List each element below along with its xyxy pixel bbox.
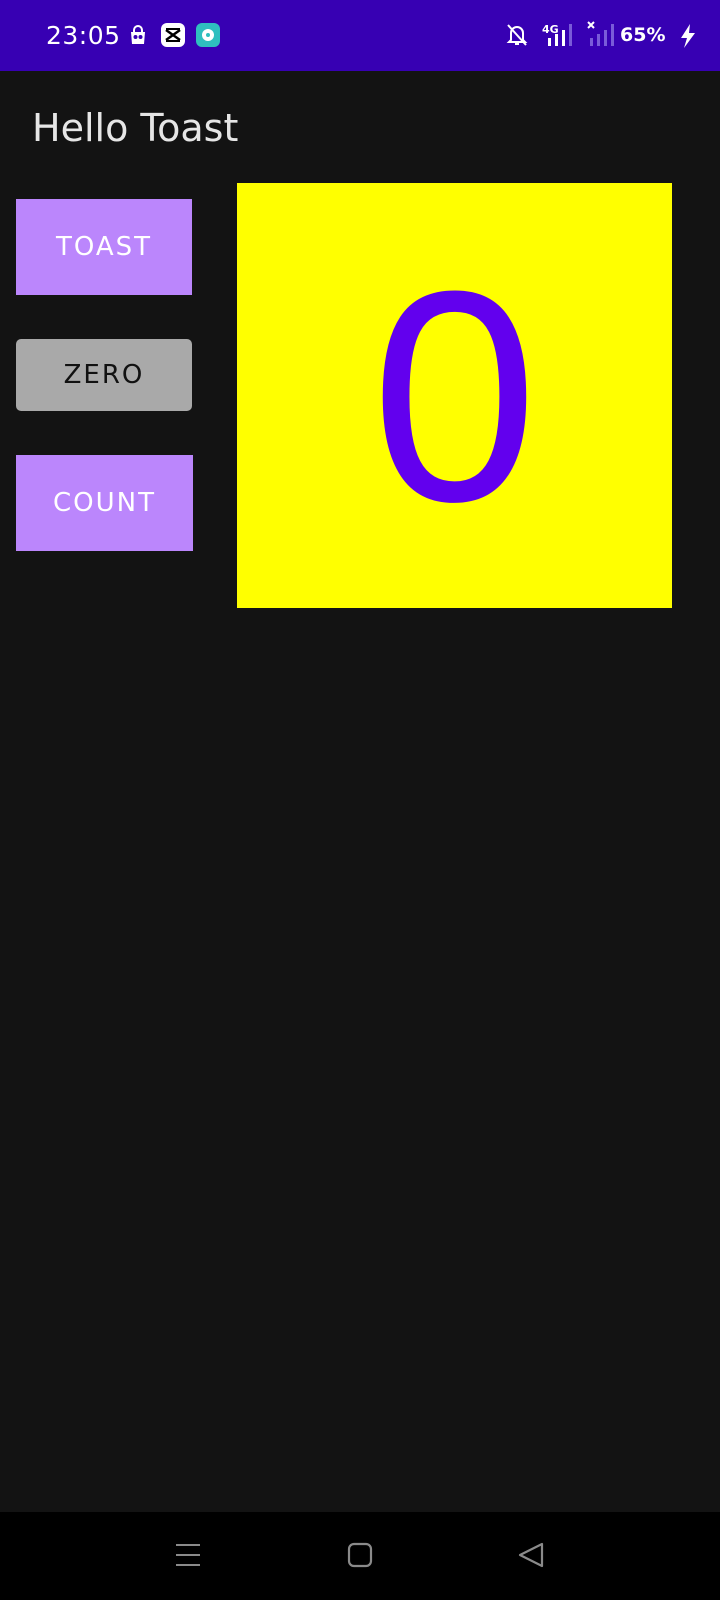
signal-no-sim-icon: [586, 20, 620, 54]
count-button[interactable]: COUNT: [16, 455, 193, 551]
bell-off-icon: [506, 22, 528, 52]
status-time: 23:05: [46, 21, 121, 50]
status-bar: 23:05 4G 65%: [0, 0, 720, 71]
assistant-icon: [196, 23, 220, 47]
battery-percent: 65%: [620, 24, 666, 46]
navigation-bar: [0, 1512, 720, 1600]
signal-icon: 4G: [540, 20, 580, 54]
recents-icon[interactable]: [174, 1540, 202, 1574]
count-display: 0: [237, 183, 672, 608]
count-value: 0: [371, 227, 538, 564]
capcut-icon: [161, 23, 185, 47]
toast-button[interactable]: TOAST: [16, 199, 192, 295]
screen: 23:05 4G 65% Hello Toast TOAST ZERO COUN…: [0, 0, 720, 1600]
status-indicators: 4G 65%: [480, 0, 720, 71]
home-icon[interactable]: [346, 1540, 374, 1574]
charging-bolt-icon: [680, 24, 696, 52]
zero-button[interactable]: ZERO: [16, 339, 192, 411]
shopping-bag-icon: [126, 23, 150, 47]
app-title: Hello Toast: [32, 106, 239, 150]
back-icon[interactable]: [516, 1540, 546, 1574]
